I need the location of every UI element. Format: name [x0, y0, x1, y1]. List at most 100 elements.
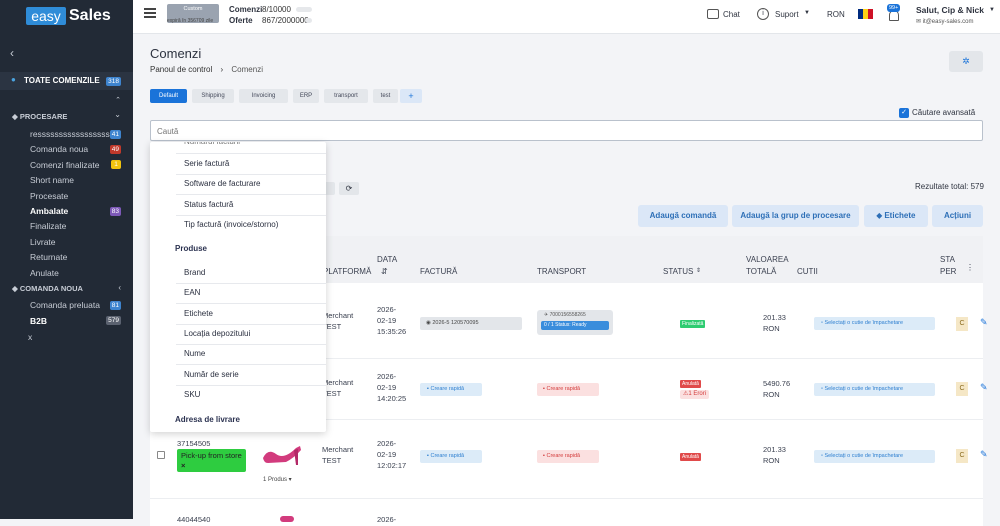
tab-transport[interactable]: transport	[324, 89, 368, 103]
chevron-icon[interactable]: ⌃	[115, 96, 121, 104]
dropdown-item[interactable]: Etichete	[184, 304, 326, 324]
col-platform[interactable]: PLATFORMĂ	[323, 266, 371, 277]
sidebar-group-new[interactable]: ◆ COMANDA NOUA	[12, 282, 83, 296]
add-tab-button[interactable]: +	[400, 89, 422, 103]
sidebar-group-processing[interactable]: ◆ PROCESARE	[12, 110, 67, 124]
products-count[interactable]: 1 Produs ▾	[263, 476, 292, 483]
quick-invoice-button[interactable]: ▪ Creare rapidă	[420, 383, 482, 396]
edit-icon[interactable]: ✎	[980, 449, 988, 460]
add-to-group-button[interactable]: Adaugă la grup de procesare	[732, 205, 859, 227]
select-box-button[interactable]: ▫ Selectați o cutie de împachetare	[814, 317, 935, 330]
product-thumbnail[interactable]	[280, 516, 294, 522]
sidebar-item[interactable]: Short name	[30, 173, 126, 187]
currency-selector[interactable]: RON	[827, 10, 845, 19]
settings-gear-button[interactable]: ✲	[949, 51, 983, 72]
col-value-line1[interactable]: VALOAREA	[746, 254, 789, 265]
mail-icon: ✉	[916, 19, 923, 25]
caret-down-icon[interactable]: ▼	[804, 10, 810, 16]
col-value-line2[interactable]: TOTALĂ	[746, 266, 776, 277]
tab-erp[interactable]: ERP	[293, 89, 319, 103]
quick-transport-button[interactable]: ▪ Creare rapidă	[537, 450, 599, 463]
hamburger-menu-icon[interactable]	[144, 8, 156, 18]
order-date: 2026-	[377, 515, 397, 524]
col-date[interactable]: DATA	[377, 254, 397, 265]
sidebar-item-x[interactable]: x	[28, 332, 32, 342]
transport-chip[interactable]: ✈ 7000156558265 0 / 1 Status: Ready	[537, 310, 613, 335]
edit-icon[interactable]: ✎	[980, 382, 988, 393]
row-checkbox[interactable]	[157, 451, 165, 459]
romania-flag-icon[interactable]	[858, 9, 873, 19]
support-menu[interactable]: Suport	[775, 10, 799, 19]
dropdown-item[interactable]: Software de facturare	[184, 174, 326, 194]
quick-invoice-button[interactable]: ▪ Creare rapidă	[420, 450, 482, 463]
remove-tag-icon[interactable]: ×	[181, 461, 185, 470]
refresh-button[interactable]: ⟳	[339, 182, 359, 195]
user-menu-caret-icon[interactable]: ▼	[989, 7, 995, 13]
sidebar-item-all-orders[interactable]: ● TOATE COMENZILE 318	[0, 72, 133, 90]
collapse-sidebar-icon[interactable]: ‹	[10, 46, 14, 60]
select-box-button[interactable]: ▫ Selectați o cutie de împachetare	[814, 383, 935, 396]
select-box-button[interactable]: ▫ Selectați o cutie de împachetare	[814, 450, 935, 463]
search-input[interactable]	[157, 127, 557, 136]
product-thumbnail[interactable]	[260, 436, 304, 466]
sidebar-item[interactable]: Livrate	[30, 235, 126, 249]
pickup-tag[interactable]: Pick-up from store ×	[177, 449, 246, 472]
quick-transport-button[interactable]: ▪ Creare rapidă	[537, 383, 599, 396]
edit-icon[interactable]: ✎	[980, 317, 988, 328]
dropdown-item[interactable]: Status factură	[184, 195, 326, 215]
info-icon[interactable]: i	[757, 8, 769, 20]
dropdown-item[interactable]: SKU	[184, 385, 326, 405]
dropdown-item[interactable]: Serie factură	[184, 154, 326, 174]
chevron-left-icon[interactable]: ‹	[118, 283, 121, 292]
dropdown-item[interactable]: Locația depozitului	[184, 324, 326, 344]
advanced-search-checkbox[interactable]: ✓	[899, 108, 909, 118]
dropdown-item[interactable]: Nume	[184, 344, 326, 364]
actions-button[interactable]: Acțiuni	[932, 205, 983, 227]
sidebar-item[interactable]: Procesate	[30, 189, 126, 203]
tab-test[interactable]: test	[373, 89, 398, 103]
logo-sales: Sales	[69, 7, 111, 24]
col-extra-line2[interactable]: PER	[940, 266, 956, 277]
plan-name: Custom	[183, 6, 203, 12]
orders-quota-value: 8/10000	[262, 5, 291, 14]
dropdown-item[interactable]: EAN	[184, 283, 326, 303]
count-badge: 579	[106, 316, 121, 325]
col-status[interactable]: STATUS	[663, 266, 693, 277]
dropdown-item[interactable]: Numărul facturii	[184, 142, 326, 152]
col-extra-line1[interactable]: STA	[940, 254, 955, 265]
dropdown-item[interactable]: Brand	[184, 263, 326, 283]
chat-icon[interactable]	[707, 9, 719, 19]
chat-link[interactable]: Chat	[723, 10, 740, 19]
order-id[interactable]: 44044540	[177, 514, 210, 525]
advanced-search-label: Căutare avansată	[912, 108, 976, 117]
sidebar-item[interactable]: Anulate	[30, 266, 126, 280]
dropdown-item[interactable]: Număr de serie	[184, 365, 326, 385]
dropdown-item[interactable]: Tip factură (invoice/storno)	[184, 215, 326, 235]
sidebar-item[interactable]: Returnate	[30, 250, 126, 264]
col-invoice[interactable]: FACTURĂ	[420, 266, 457, 277]
labels-button[interactable]: ⬥ Etichete	[864, 205, 928, 227]
refresh-icon: ⟳	[345, 184, 353, 193]
sort-icon[interactable]: ⇕	[696, 266, 701, 277]
errors-badge[interactable]: ⚠1 Erori	[680, 390, 710, 399]
breadcrumb-home[interactable]: Panoul de control	[150, 65, 212, 74]
tab-invoicing[interactable]: Invoicing	[239, 89, 288, 103]
add-order-button[interactable]: Adaugă comandă	[638, 205, 728, 227]
col-transport[interactable]: TRANSPORT	[537, 266, 586, 277]
user-greeting[interactable]: Salut, Cip & Nick	[916, 5, 984, 15]
page-title: Comenzi	[150, 46, 202, 61]
stage-badge: C	[956, 317, 968, 331]
breadcrumb-separator-icon: ›	[220, 65, 224, 74]
sidebar-item[interactable]: Finalizate	[30, 219, 126, 233]
tab-shipping[interactable]: Shipping	[192, 89, 234, 103]
sort-icon[interactable]: ⇵	[381, 266, 388, 277]
dropdown-group-address: Adresa de livrare	[175, 415, 240, 424]
chevron-down-icon[interactable]: ⌄	[114, 110, 121, 119]
col-boxes[interactable]: CUTII	[797, 266, 818, 277]
search-input-box[interactable]	[150, 120, 983, 141]
tab-default[interactable]: Default	[150, 89, 187, 103]
invoice-chip[interactable]: ◉ 2026-5 120570095	[420, 317, 522, 330]
count-badge: 49	[109, 144, 121, 154]
order-id[interactable]: 37154505	[177, 438, 210, 449]
column-options-icon[interactable]: ⋮	[966, 262, 974, 273]
